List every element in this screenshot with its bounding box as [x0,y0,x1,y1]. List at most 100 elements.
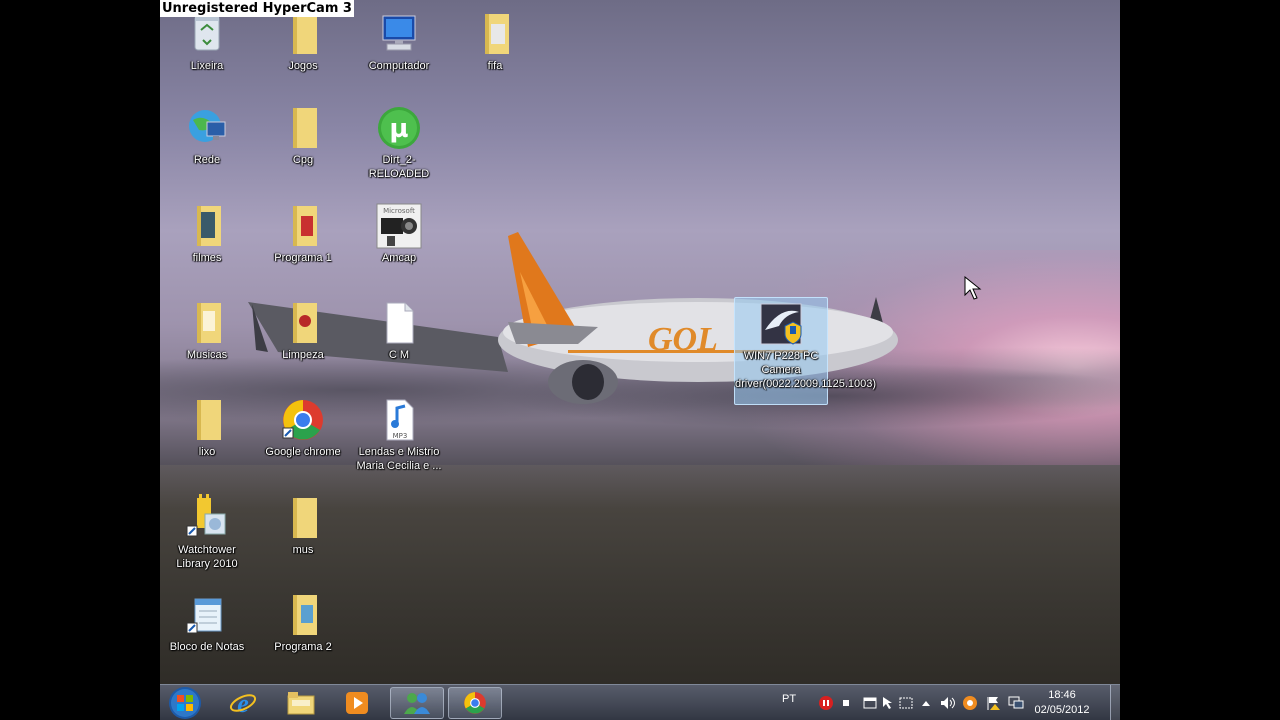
icon-dirt2[interactable]: µ Dirt_2-RELOADED [353,104,445,181]
svg-text:e: e [237,689,249,717]
tray-pointer[interactable] [880,695,896,711]
notepad-icon [186,598,222,634]
language-indicator[interactable]: PT [782,693,796,705]
icon-label: Musicas [186,349,228,361]
icon-label: Bloco de Notas [169,641,245,653]
clock-time: 18:46 [1048,689,1076,701]
icon-rede[interactable]: Rede [161,104,253,167]
tray-window[interactable] [862,695,878,711]
windows-orb-icon [169,687,201,719]
recorder-watermark: Unregistered HyperCam 3 [160,0,354,17]
folder-icon [293,206,317,246]
start-button[interactable] [166,686,204,720]
computer-icon [382,15,416,51]
icon-mp3-lendas[interactable]: MP3 Lendas e Mistrio Maria Cecilia e ... [353,396,445,473]
icon-label: lixo [198,446,216,458]
icon-computador[interactable]: Computador [353,10,445,73]
window-icon [863,697,877,709]
show-desktop-button[interactable] [1110,685,1120,720]
chrome-icon [282,400,323,440]
folder-icon [293,303,317,343]
icon-mus[interactable]: mus [257,494,349,557]
folder-icon [293,108,317,148]
icon-bloco-de-notas[interactable]: Bloco de Notas [161,591,253,654]
taskbar-messenger[interactable] [390,687,444,719]
taskbar-windows-explorer[interactable] [274,687,328,719]
icon-amcap[interactable]: Microsoft Amcap [353,202,445,265]
folder-icon [197,206,221,246]
icon-label: Lendas e Mistrio Maria Cecilia e ... [356,446,442,472]
folder-icon [293,498,317,538]
tray-volume[interactable] [940,695,956,711]
icon-cpg[interactable]: Cpg [257,104,349,167]
mouse-cursor-icon [964,276,982,300]
chrome-icon [464,692,486,714]
record-stop-icon [819,696,833,710]
network-monitor-icon [1008,696,1024,709]
icon-label: Programa 1 [274,252,332,264]
watchtower-library-icon [186,494,226,537]
folder-icon [197,303,221,343]
folder-icon [197,400,221,440]
tray-network[interactable] [1008,695,1024,711]
blank-document-icon [386,302,414,344]
folder-icon [293,595,317,635]
icon-limpeza[interactable]: Limpeza [257,299,349,362]
svg-text:µ: µ [389,114,408,144]
tray-region[interactable] [898,695,914,711]
flag-warning-icon [987,697,1000,710]
icon-label: C M [388,349,410,361]
taskbar-media-player[interactable] [330,687,384,719]
icon-label: Cpg [292,154,314,166]
pointer-arrow-icon [883,697,892,709]
icon-label: mus [292,544,314,556]
icon-label: Watchtower Library 2010 [176,544,238,570]
network-globe-icon [189,110,226,142]
internet-explorer-icon: e [229,689,257,717]
icon-programa-2[interactable]: Programa 2 [257,591,349,654]
tray-avast[interactable] [962,695,978,711]
tray-action-center[interactable] [986,695,1002,711]
tray-hypercam-stop[interactable] [818,695,834,711]
icon-label: Computador [368,60,430,72]
icon-google-chrome[interactable]: Google chrome [257,396,349,459]
media-player-icon [346,692,368,714]
icon-jogos[interactable]: Jogos [257,10,349,73]
recycle-bin-icon [194,15,220,51]
icon-label: Programa 2 [274,641,332,653]
amcap-camera-icon: Microsoft [376,203,422,249]
mp3-file-icon: MP3 [386,399,414,441]
icon-label: Rede [193,154,221,166]
speaker-icon [941,697,955,709]
tray-stop[interactable] [838,695,854,711]
taskbar-internet-explorer[interactable]: e [216,687,270,719]
svg-text:Microsoft: Microsoft [383,207,415,215]
icon-filmes[interactable]: filmes [161,202,253,265]
antivirus-icon [963,696,977,710]
chevron-up-icon [922,701,930,706]
tray-show-hidden[interactable] [918,695,934,711]
icon-label: fifa [487,60,503,72]
icon-fifa[interactable]: fifa [449,10,541,73]
stop-square-icon [843,700,849,706]
icon-label: Lixeira [190,60,224,72]
taskbar-google-chrome[interactable] [448,687,502,719]
icon-camera-driver[interactable]: WIN7 P228 PC Camera driver(0022.2009.112… [734,297,877,405]
clock[interactable]: 18:46 02/05/2012 [1032,688,1092,718]
desktop[interactable]: GOL Lixeira Rede filmes Musicas lixo Wat… [160,0,1120,720]
icon-recycle-bin[interactable]: Lixeira [161,10,253,73]
icon-programa-1[interactable]: Programa 1 [257,202,349,265]
icon-musicas[interactable]: Musicas [161,299,253,362]
icon-watchtower[interactable]: Watchtower Library 2010 [161,494,253,571]
messenger-icon [404,693,430,714]
icon-label: WIN7 P228 PC Camera driver(0022.2009.112… [735,350,877,390]
icon-lixo[interactable]: lixo [161,396,253,459]
icon-label: Limpeza [282,349,324,361]
icon-label: Google chrome [265,446,341,458]
folder-icon [485,14,509,54]
region-select-icon [899,697,913,709]
icon-cm[interactable]: C M [353,299,445,362]
clock-date: 02/05/2012 [1034,704,1090,716]
icon-label: filmes [192,252,222,264]
folder-library-icon [287,692,315,715]
